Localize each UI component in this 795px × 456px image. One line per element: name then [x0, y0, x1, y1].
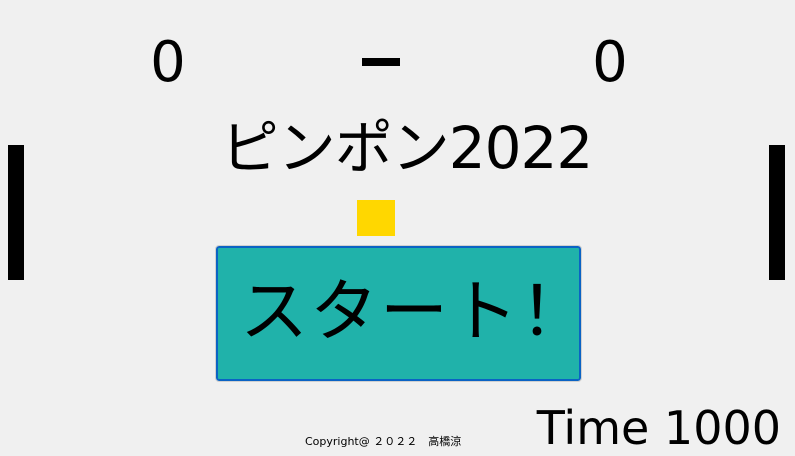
ball	[357, 200, 395, 236]
game-title: ピンポン2022	[220, 114, 594, 182]
left-paddle	[8, 145, 24, 280]
copyright-text: Copyright@ ２０２２ 高橋涼	[305, 435, 462, 448]
right-score: 0	[592, 30, 628, 95]
start-button[interactable]: スタート！	[215, 245, 588, 382]
right-paddle	[769, 145, 785, 280]
score-separator	[362, 58, 400, 66]
start-button-label: スタート！	[240, 273, 591, 352]
time-remaining: Time 1000	[536, 401, 781, 455]
left-score: 0	[150, 30, 186, 95]
